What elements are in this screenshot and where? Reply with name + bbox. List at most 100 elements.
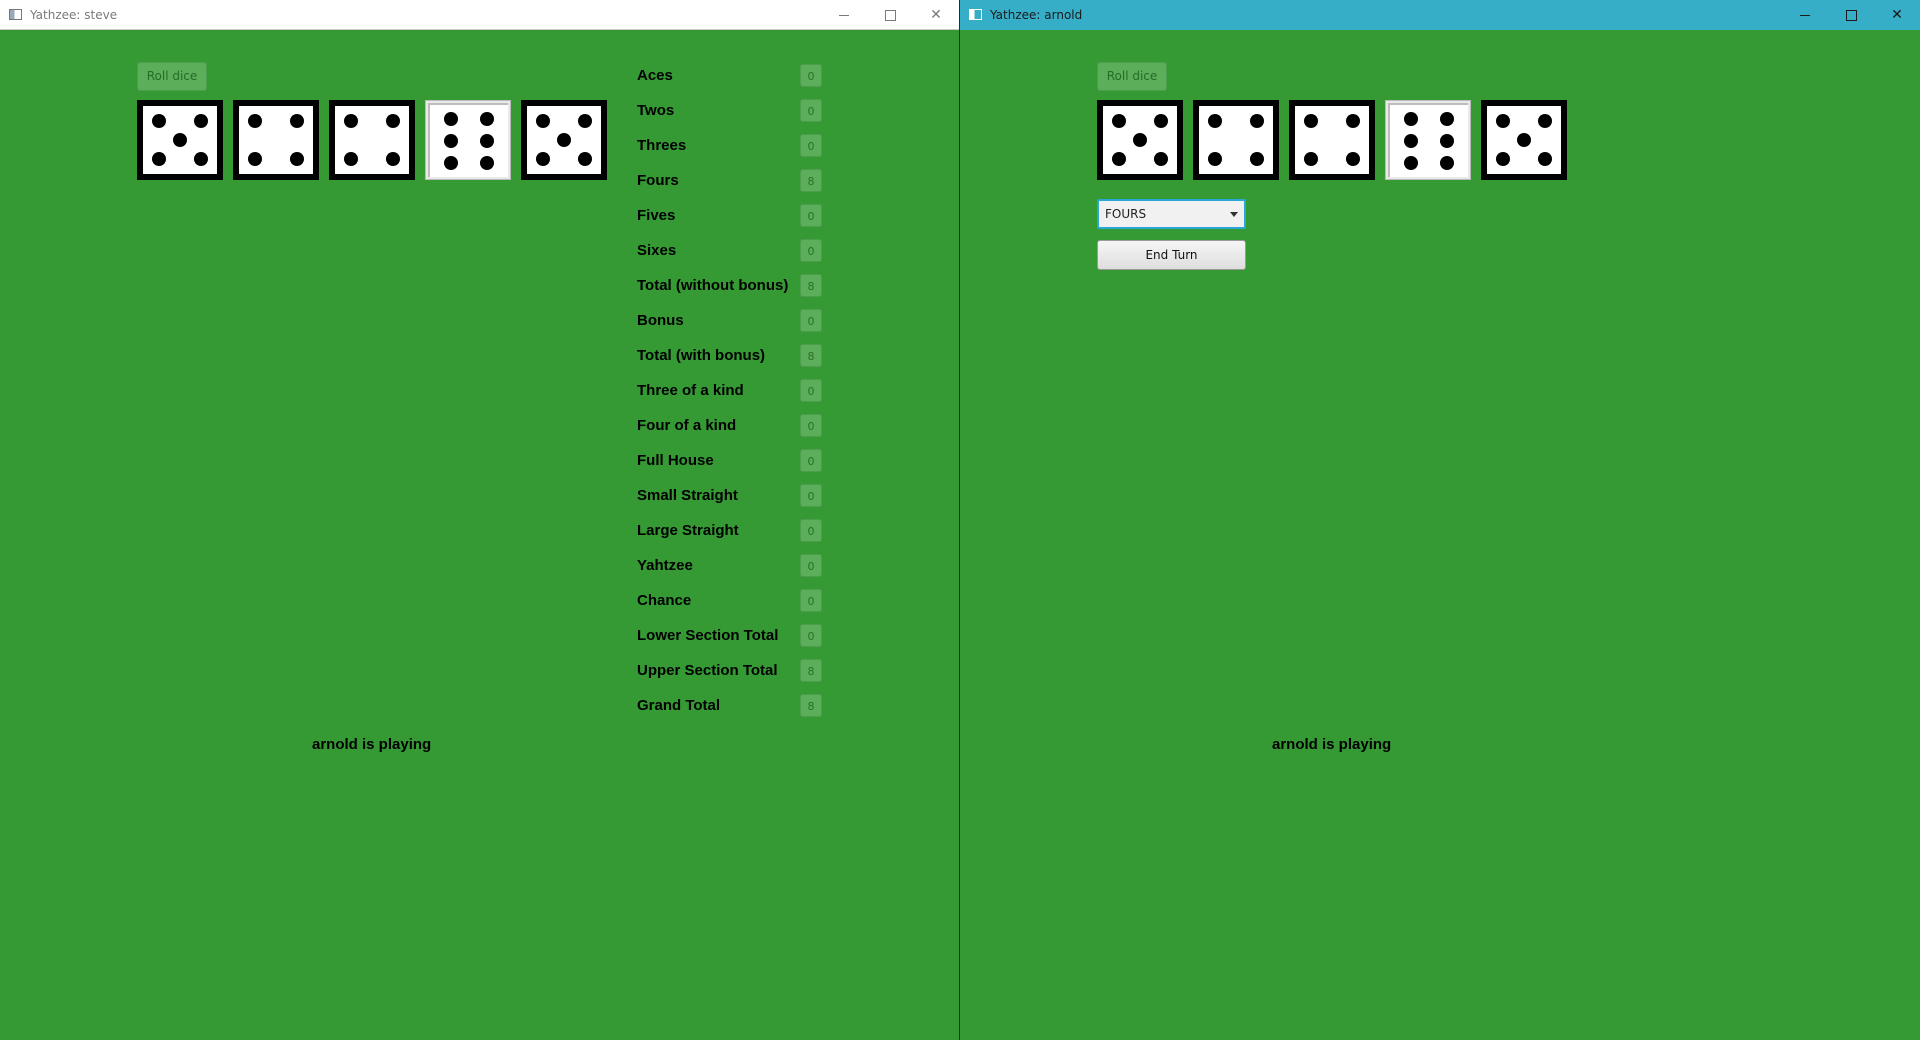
pip [1439, 134, 1454, 148]
die-face [527, 106, 601, 174]
roll-dice-button[interactable]: Roll dice [137, 62, 207, 91]
pip [1208, 113, 1223, 128]
category-select[interactable]: FOURS [1097, 199, 1246, 229]
window-steve: Yathzee: steve ✕ Roll dice Aces 0 Twos 0 Thr… [0, 0, 960, 1040]
pip [289, 113, 304, 128]
score-value: 8 [800, 274, 822, 297]
die-face [428, 103, 508, 177]
app-icon [9, 9, 22, 20]
die-3[interactable] [329, 100, 415, 180]
pip [344, 152, 359, 167]
die-face [1487, 106, 1561, 174]
title-bar[interactable]: Yathzee: arnold ✕ [960, 0, 1920, 30]
score-value: 0 [800, 519, 822, 542]
die-5[interactable] [1481, 100, 1567, 180]
pip [1304, 113, 1319, 128]
score-value: 0 [800, 99, 822, 122]
pip [344, 113, 359, 128]
pip [1208, 152, 1223, 167]
pip [479, 112, 494, 127]
dice-row [1097, 100, 1567, 180]
score-value: 8 [800, 694, 822, 717]
game-panel: Roll dice FOURS End Turn arnold is playi… [960, 30, 1920, 1040]
score-value: 0 [800, 589, 822, 612]
score-label: Full House [637, 452, 714, 469]
die-face [1199, 106, 1273, 174]
pip [1404, 112, 1419, 127]
score-label: Fours [637, 172, 679, 189]
score-value: 0 [800, 624, 822, 647]
score-label: Lower Section Total [637, 627, 779, 644]
pip [444, 134, 459, 148]
score-label: Three of a kind [637, 382, 744, 399]
score-label: Grand Total [637, 697, 721, 714]
pip [536, 152, 551, 167]
score-value: 0 [800, 64, 822, 87]
die-face [335, 106, 409, 174]
die-5[interactable] [521, 100, 607, 180]
pip [577, 152, 592, 167]
maximize-icon[interactable] [867, 0, 913, 30]
pip [289, 152, 304, 167]
pip [536, 113, 551, 128]
pip [1249, 152, 1264, 167]
die-1[interactable] [1097, 100, 1183, 180]
pip [248, 152, 263, 167]
die-2[interactable] [1193, 100, 1279, 180]
pip [1537, 152, 1552, 167]
pip [1496, 152, 1511, 167]
score-value: 0 [800, 379, 822, 402]
status-message: arnold is playing [1272, 736, 1392, 753]
die-1[interactable] [137, 100, 223, 180]
score-label: Chance [637, 592, 692, 609]
pip [1304, 152, 1319, 167]
score-label: Four of a kind [637, 417, 737, 434]
pip [1112, 152, 1127, 167]
title-bar[interactable]: Yathzee: steve ✕ [0, 0, 959, 30]
score-label: Upper Section Total [637, 662, 778, 679]
pip [1404, 155, 1419, 170]
pip [1345, 113, 1360, 128]
pip [1345, 152, 1360, 167]
minimize-icon[interactable] [1782, 0, 1828, 30]
score-label: Small Straight [637, 487, 738, 504]
die-4[interactable] [1385, 100, 1471, 180]
pip [193, 113, 208, 128]
minimize-icon[interactable] [821, 0, 867, 30]
pip [152, 113, 167, 128]
score-label: Total (with bonus) [637, 347, 766, 364]
score-label: Twos [637, 102, 675, 119]
category-select-value: FOURS [1105, 207, 1147, 221]
score-label: Yahtzee [637, 557, 693, 574]
score-value: 0 [800, 414, 822, 437]
score-value: 8 [800, 169, 822, 192]
pip [1517, 133, 1531, 147]
score-label: Threes [637, 137, 687, 154]
pip [1112, 113, 1127, 128]
roll-dice-button[interactable]: Roll dice [1097, 62, 1167, 91]
close-icon[interactable]: ✕ [913, 0, 959, 30]
pip [152, 152, 167, 167]
pip [1133, 133, 1147, 147]
score-label: Aces [637, 67, 673, 84]
pip [1537, 113, 1552, 128]
app-icon [969, 9, 982, 20]
pip [444, 112, 459, 127]
score-value: 0 [800, 309, 822, 332]
close-icon[interactable]: ✕ [1874, 0, 1920, 30]
end-turn-button[interactable]: End Turn [1097, 240, 1246, 270]
pip [1439, 155, 1454, 170]
maximize-icon[interactable] [1828, 0, 1874, 30]
die-face [1295, 106, 1369, 174]
die-4[interactable] [425, 100, 511, 180]
die-3[interactable] [1289, 100, 1375, 180]
score-value: 0 [800, 239, 822, 262]
pip [1439, 112, 1454, 127]
window-title: Yathzee: arnold [990, 8, 1083, 22]
pip [1404, 134, 1419, 148]
score-label: Large Straight [637, 522, 739, 539]
score-value: 8 [800, 344, 822, 367]
die-2[interactable] [233, 100, 319, 180]
pip [444, 155, 459, 170]
die-face [239, 106, 313, 174]
